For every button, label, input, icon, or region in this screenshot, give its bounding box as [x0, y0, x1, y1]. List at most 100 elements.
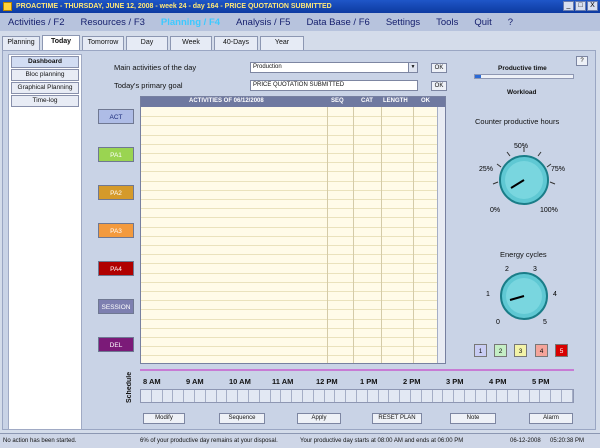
schedule-slot[interactable]	[443, 390, 455, 402]
schedule-slot[interactable]	[465, 390, 476, 402]
col-activities-header[interactable]: ACTIVITIES OF 06/12/2008	[189, 98, 264, 104]
energy-level-5-button[interactable]: 5	[555, 344, 568, 357]
menu-tools[interactable]: Tools	[436, 17, 458, 28]
tab-tomorrow[interactable]: Tomorrow	[82, 36, 124, 50]
schedule-slot[interactable]	[195, 390, 206, 402]
main-activities-select[interactable]: Production ▼	[250, 62, 418, 73]
tab-today[interactable]: Today	[42, 35, 80, 50]
productive-time-title: Productive time	[498, 65, 547, 72]
table-scrollbar[interactable]	[437, 107, 445, 363]
schedule-slot[interactable]	[497, 390, 509, 402]
schedule-slot[interactable]	[152, 390, 163, 402]
col-cat-header[interactable]: CAT	[361, 98, 373, 104]
activities-table[interactable]: ACTIVITIES OF 06/12/2008 SEQ CAT LENGTH …	[140, 96, 446, 364]
reset-plan-button[interactable]: RESET PLAN	[372, 413, 422, 424]
energy-level-3-button[interactable]: 3	[514, 344, 527, 357]
main-activities-ok-button[interactable]: OK	[431, 63, 447, 73]
schedule-slot[interactable]	[163, 390, 174, 402]
schedule-slot[interactable]	[508, 390, 519, 402]
schedule-slot[interactable]	[411, 390, 422, 402]
schedule-slot[interactable]	[346, 390, 357, 402]
category-session-button[interactable]: SESSION	[98, 299, 134, 314]
sidebar-item-bloc-planning[interactable]: Bloc planning	[11, 69, 79, 81]
apply-button[interactable]: Apply	[297, 413, 341, 424]
schedule-slot[interactable]	[141, 390, 152, 402]
menu-database[interactable]: Data Base / F6	[306, 17, 369, 28]
schedule-slot[interactable]	[433, 390, 444, 402]
menu-resources[interactable]: Resources / F3	[81, 17, 145, 28]
tab-day[interactable]: Day	[126, 36, 168, 50]
category-pa3-button[interactable]: PA3	[98, 223, 134, 238]
counter-productive-gauge[interactable]: 50% 25% 75% 0% 100%	[474, 136, 582, 216]
menu-quit[interactable]: Quit	[474, 17, 491, 28]
help-button[interactable]: ?	[576, 56, 588, 66]
primary-goal-ok-button[interactable]: OK	[431, 81, 447, 91]
energy-level-1-button[interactable]: 1	[474, 344, 487, 357]
menu-analysis[interactable]: Analysis / F5	[236, 17, 290, 28]
schedule-slot[interactable]	[260, 390, 271, 402]
schedule-slot[interactable]	[173, 390, 185, 402]
col-length-header[interactable]: LENGTH	[383, 98, 408, 104]
schedule-slot[interactable]	[400, 390, 411, 402]
sequence-button[interactable]: Sequence	[219, 413, 265, 424]
col-seq-header[interactable]: SEQ	[331, 98, 344, 104]
schedule-slot[interactable]	[249, 390, 260, 402]
schedule-slot[interactable]	[389, 390, 401, 402]
hour-label: 3 PM	[446, 377, 464, 386]
sidebar-item-time-log[interactable]: Time-log	[11, 95, 79, 107]
schedule-slot[interactable]	[357, 390, 368, 402]
modify-button[interactable]: Modify	[143, 413, 185, 424]
menu-activities[interactable]: Activities / F2	[8, 17, 65, 28]
tab-40-days[interactable]: 40-Days	[214, 36, 258, 50]
note-button[interactable]: Note	[450, 413, 496, 424]
schedule-slot[interactable]	[227, 390, 239, 402]
energy-level-2-button[interactable]: 2	[494, 344, 507, 357]
schedule-slot[interactable]	[422, 390, 433, 402]
schedule-slot[interactable]	[454, 390, 465, 402]
schedule-slot[interactable]	[281, 390, 293, 402]
schedule-slot[interactable]	[487, 390, 498, 402]
menu-settings[interactable]: Settings	[386, 17, 420, 28]
alarm-button[interactable]: Alarm	[529, 413, 573, 424]
category-del-button[interactable]: DEL	[98, 337, 134, 352]
category-act-button[interactable]: ACT	[98, 109, 134, 124]
schedule-slot[interactable]	[184, 390, 195, 402]
schedule-slot[interactable]	[379, 390, 390, 402]
menu-planning[interactable]: Planning / F4	[161, 17, 220, 28]
tab-week[interactable]: Week	[170, 36, 212, 50]
tab-year[interactable]: Year	[260, 36, 304, 50]
category-pa1-button[interactable]: PA1	[98, 147, 134, 162]
category-pa4-button[interactable]: PA4	[98, 261, 134, 276]
schedule-slot[interactable]	[217, 390, 228, 402]
sidebar-item-graphical-planning[interactable]: Graphical Planning	[11, 82, 79, 94]
schedule-slot[interactable]	[292, 390, 303, 402]
schedule-slot[interactable]	[271, 390, 282, 402]
maximize-button[interactable]: □	[575, 1, 586, 11]
schedule-slot[interactable]	[325, 390, 336, 402]
schedule-slot[interactable]	[540, 390, 552, 402]
schedule-slot[interactable]	[551, 390, 563, 402]
schedule-slot[interactable]	[368, 390, 379, 402]
schedule-slot[interactable]	[238, 390, 249, 402]
col-ok-header[interactable]: OK	[421, 98, 430, 104]
energy-level-4-button[interactable]: 4	[535, 344, 548, 357]
table-row-line	[141, 189, 439, 191]
primary-goal-input[interactable]: PRICE QUOTATION SUBMITTED	[250, 80, 418, 91]
schedule-slot[interactable]	[476, 390, 487, 402]
schedule-grid[interactable]	[140, 389, 574, 403]
schedule-slot[interactable]	[530, 390, 541, 402]
close-button[interactable]: X	[587, 1, 598, 11]
schedule-slot[interactable]	[562, 390, 573, 402]
schedule-slot[interactable]	[314, 390, 325, 402]
chevron-down-icon[interactable]: ▼	[408, 63, 417, 72]
schedule-slot[interactable]	[519, 390, 530, 402]
menu-help[interactable]: ?	[508, 17, 513, 28]
schedule-slot[interactable]	[335, 390, 347, 402]
schedule-slot[interactable]	[303, 390, 314, 402]
tab-planning[interactable]: Planning	[2, 36, 40, 50]
sidebar-item-dashboard[interactable]: Dashboard	[11, 56, 79, 68]
category-pa2-button[interactable]: PA2	[98, 185, 134, 200]
schedule-slot[interactable]	[206, 390, 217, 402]
minimize-button[interactable]: _	[563, 1, 574, 11]
energy-cycles-gauge[interactable]: 0 1 2 3 4 5	[478, 260, 578, 330]
